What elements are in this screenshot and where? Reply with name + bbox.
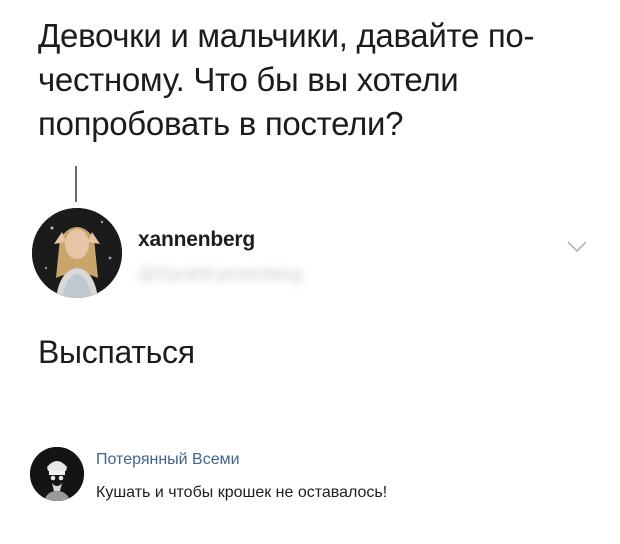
profile-photo-dark-icon: [30, 447, 84, 501]
reply-username[interactable]: xannenberg: [138, 228, 255, 252]
profile-photo-icon: [32, 208, 122, 298]
tweet-question-text: Девочки и мальчики, давайте по-честному.…: [38, 17, 535, 142]
comment-text: Кушать и чтобы крошек не оставалось!: [96, 484, 388, 501]
thread-connector-line: [75, 166, 77, 202]
tweet-card: Девочки и мальчики, давайте по-честному.…: [0, 0, 620, 420]
comment-avatar[interactable]: [30, 447, 84, 501]
comment-author-name[interactable]: Потерянный Всеми: [96, 451, 240, 469]
screenshot: Девочки и мальчики, давайте по-честному.…: [0, 0, 620, 544]
vk-comment: Потерянный Всеми Кушать и чтобы крошек н…: [0, 425, 620, 544]
chevron-down-icon[interactable]: [566, 240, 588, 254]
reply-handle-blurred: @SarahKannenberg: [138, 264, 303, 284]
reply-avatar[interactable]: [32, 208, 122, 298]
reply-text: Выспаться: [38, 334, 195, 370]
